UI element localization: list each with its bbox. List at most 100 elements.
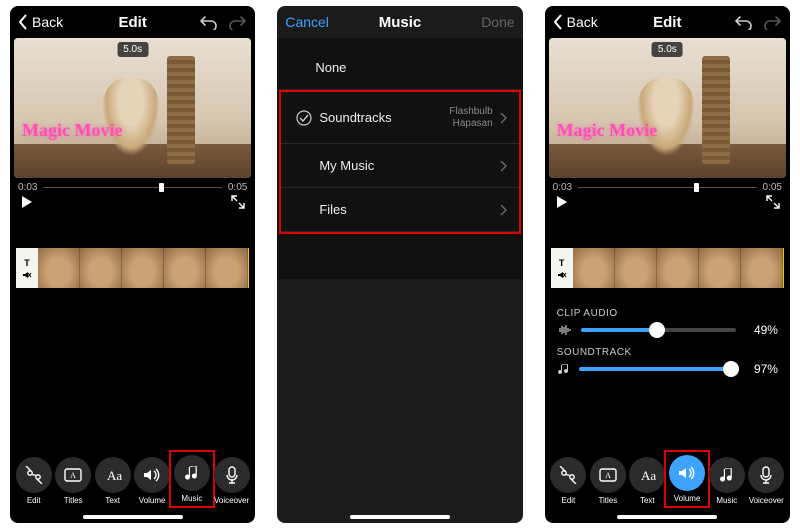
tool-label: Voiceover — [214, 496, 249, 505]
redo-button[interactable] — [229, 14, 247, 30]
expand-icon — [766, 195, 780, 209]
panel-music-picker: Cancel Music Done None SoundtracksFlashbu… — [277, 6, 522, 523]
top-bar: Back Edit — [545, 6, 790, 38]
time-total: 0:05 — [763, 182, 782, 193]
chevron-left-icon — [18, 14, 28, 30]
note-icon — [557, 362, 571, 376]
back-button[interactable]: Back — [553, 14, 598, 30]
home-indicator — [350, 515, 450, 519]
checkmark-icon — [293, 110, 315, 126]
redo-icon — [764, 14, 782, 30]
tool-edit[interactable]: Edit — [14, 457, 53, 505]
play-icon — [555, 195, 569, 209]
music-source-none[interactable]: None — [277, 46, 522, 90]
tool-volume[interactable]: Volume — [667, 453, 707, 505]
cancel-button[interactable]: Cancel — [285, 14, 329, 30]
page-title: Edit — [653, 14, 681, 31]
titles-icon: A — [590, 457, 626, 493]
time-total: 0:05 — [228, 182, 247, 193]
video-preview[interactable]: Magic Movie 5.0s — [549, 38, 786, 178]
highlighted-sources: SoundtracksFlashbulbHapasan My Music Files — [279, 90, 520, 234]
home-indicator — [83, 515, 183, 519]
overlay-title-text: Magic Movie — [557, 120, 657, 141]
done-button[interactable]: Done — [481, 14, 514, 30]
row-subtitle: FlashbulbHapasan — [449, 106, 498, 129]
music-source-soundtracks[interactable]: SoundtracksFlashbulbHapasan — [281, 92, 518, 144]
redo-button[interactable] — [764, 14, 782, 30]
play-button[interactable] — [555, 195, 569, 214]
undo-button[interactable] — [734, 14, 752, 30]
tool-label: Music — [181, 494, 202, 503]
tool-row: Edit A Titles Aa Text Volume Music Voiceover — [10, 453, 255, 511]
tool-label: Titles — [598, 496, 617, 505]
top-bar: Cancel Music Done — [277, 6, 522, 38]
tool-text[interactable]: Aa Text — [93, 457, 132, 505]
undo-button[interactable] — [199, 14, 217, 30]
tool-voiceover[interactable]: Voiceover — [747, 457, 786, 505]
tool-label: Text — [105, 496, 120, 505]
svg-text:A: A — [70, 471, 76, 480]
back-button[interactable]: Back — [18, 14, 63, 30]
fullscreen-button[interactable] — [766, 195, 780, 214]
tool-volume[interactable]: Volume — [132, 457, 171, 505]
tool-label: Titles — [64, 496, 83, 505]
time-elapsed: 0:03 — [553, 182, 572, 193]
video-preview[interactable]: Magic Movie 5.0s — [14, 38, 251, 178]
tool-voiceover[interactable]: Voiceover — [212, 457, 251, 505]
tool-text[interactable]: Aa Text — [628, 457, 667, 505]
svg-text:Aa: Aa — [107, 468, 122, 482]
chevron-right-icon — [499, 160, 507, 172]
time-elapsed: 0:03 — [18, 182, 37, 193]
tool-titles[interactable]: A Titles — [588, 457, 627, 505]
chevron-left-icon — [553, 14, 563, 30]
done-label: Done — [481, 14, 514, 30]
scrubber[interactable] — [578, 185, 756, 190]
timeline-title-marker: T — [551, 248, 573, 288]
tool-edit[interactable]: Edit — [549, 457, 588, 505]
music-source-files[interactable]: Files — [281, 188, 518, 232]
edit-icon — [16, 457, 52, 493]
cancel-label: Cancel — [285, 14, 329, 30]
scrubber[interactable] — [43, 185, 221, 190]
overlay-title-text: Magic Movie — [22, 120, 122, 141]
timeline[interactable]: T — [16, 248, 249, 288]
tool-label: Volume — [139, 496, 166, 505]
tool-titles[interactable]: A Titles — [53, 457, 92, 505]
text-icon: Aa — [95, 457, 131, 493]
tool-label: Music — [716, 496, 737, 505]
undo-icon — [199, 14, 217, 30]
page-title: Edit — [118, 14, 146, 31]
fullscreen-button[interactable] — [231, 195, 245, 214]
music-source-my-music[interactable]: My Music — [281, 144, 518, 188]
top-bar: Back Edit — [10, 6, 255, 38]
soundtrack-label: SOUNDTRACK — [557, 347, 778, 358]
chevron-right-icon — [499, 204, 507, 216]
text-icon: Aa — [629, 457, 665, 493]
tool-music[interactable]: Music — [172, 453, 212, 505]
clip-duration-tag: 5.0s — [117, 42, 148, 57]
voiceover-icon — [748, 457, 784, 493]
tool-music[interactable]: Music — [707, 457, 746, 505]
redo-icon — [229, 14, 247, 30]
music-source-list: None SoundtracksFlashbulbHapasan My Music F… — [277, 38, 522, 279]
clip-audio-slider[interactable] — [581, 328, 736, 332]
mute-icon — [22, 271, 32, 279]
timeline-title-marker: T — [16, 248, 38, 288]
play-icon — [20, 195, 34, 209]
home-indicator — [617, 515, 717, 519]
voiceover-icon — [214, 457, 250, 493]
undo-icon — [734, 14, 752, 30]
svg-text:Aa: Aa — [641, 468, 656, 482]
edit-icon — [550, 457, 586, 493]
tool-label: Text — [640, 496, 655, 505]
music-icon — [709, 457, 745, 493]
play-button[interactable] — [20, 195, 34, 214]
row-label: None — [311, 60, 510, 75]
clip-audio-label: CLIP AUDIO — [557, 308, 778, 319]
timeline[interactable]: T — [551, 248, 784, 288]
back-label: Back — [32, 14, 63, 30]
page-title: Music — [379, 14, 422, 31]
mute-icon — [557, 271, 567, 279]
soundtrack-slider[interactable] — [579, 367, 736, 371]
row-label: My Music — [315, 158, 498, 173]
